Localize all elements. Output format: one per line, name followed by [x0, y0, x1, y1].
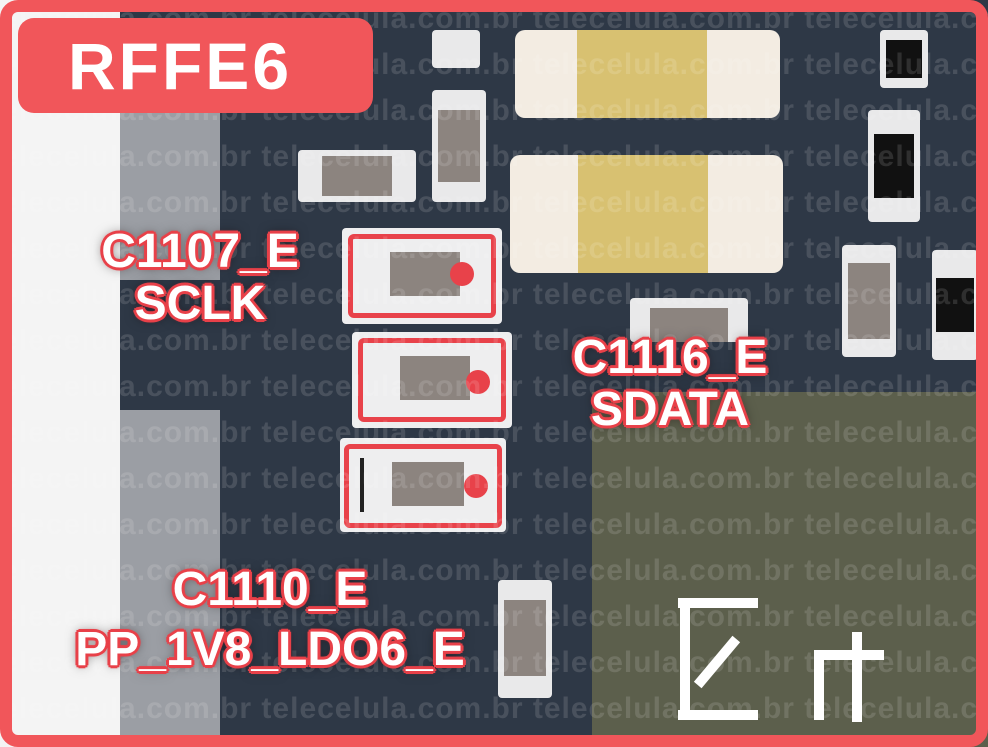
- label-c1107-ref: C1107_E: [101, 225, 299, 278]
- label-c1110: C1110_E PP_1V8_LDO6_E: [30, 566, 510, 674]
- capacitor-c1107: [342, 228, 502, 324]
- label-c1110-net: PP_1V8_LDO6_E: [75, 623, 465, 676]
- label-c1110-ref: C1110_E: [172, 563, 368, 616]
- capacitor-c1110: [340, 438, 506, 532]
- label-c1116-ref: C1116_E: [572, 331, 768, 384]
- label-c1116: C1116_E SDATA: [540, 334, 800, 434]
- label-c1107-net: SCLK: [134, 277, 266, 330]
- component-right-edge: [932, 250, 978, 360]
- marker-dot-icon: [450, 262, 474, 286]
- component-large-top: [515, 30, 780, 118]
- board-image: telecelula.com.br telecelula.com.br tele…: [0, 0, 988, 747]
- capacitor-c1116: [352, 332, 512, 428]
- component-right-vertical: [842, 245, 896, 357]
- component-large-mid: [510, 155, 783, 273]
- component-right-dark: [868, 110, 920, 222]
- label-c1107: C1107_E SCLK: [70, 228, 330, 328]
- page-title: RFFE6: [68, 29, 293, 103]
- component-right-top: [880, 30, 928, 88]
- marker-dot-icon: [466, 370, 490, 394]
- component-top-small: [432, 30, 480, 68]
- marker-dot-icon: [464, 474, 488, 498]
- component-vertical-cap: [432, 90, 486, 202]
- chip-olive: [592, 392, 988, 747]
- label-c1116-net: SDATA: [590, 383, 750, 436]
- component-horizontal-cap: [298, 150, 416, 202]
